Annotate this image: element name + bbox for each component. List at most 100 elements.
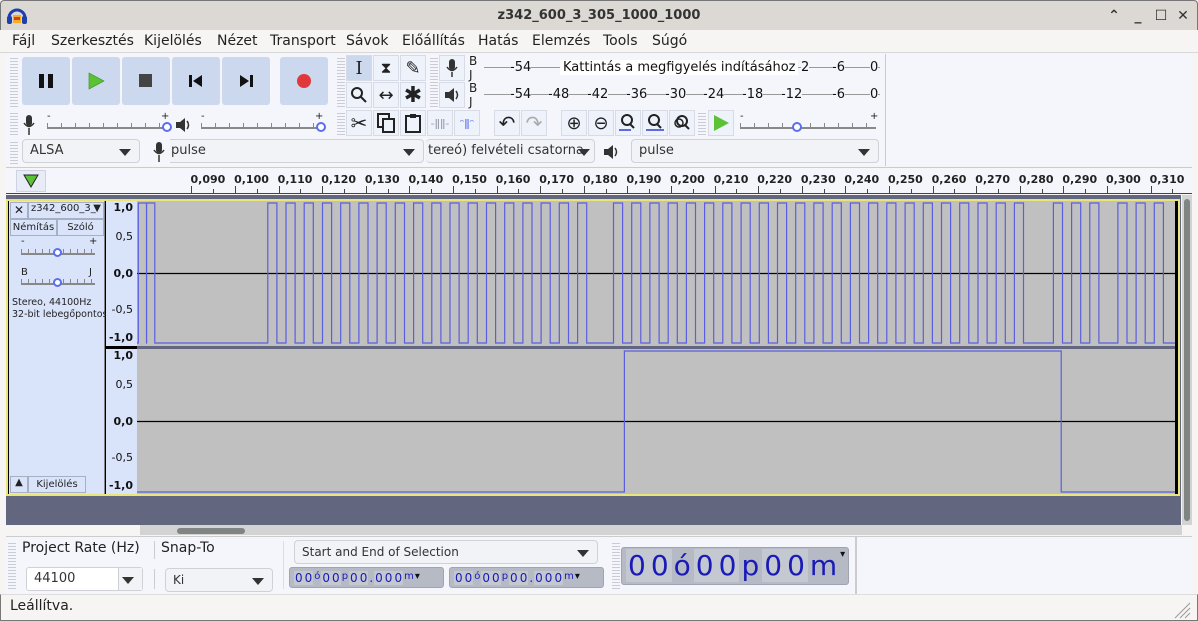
undo-button[interactable]: ↶ bbox=[494, 110, 520, 136]
edit-toolbar-grip[interactable] bbox=[337, 111, 345, 137]
menu-tracks[interactable]: Sávok bbox=[346, 33, 388, 49]
title-bar: z342_600_3_305_1000_1000 ⌃ _ ☐ ✕ bbox=[0, 0, 1198, 30]
copy-button[interactable] bbox=[373, 110, 399, 136]
selection-start-time[interactable]: 0 0 ó 0 0 p 0 0. 0 0 0 m ▾ bbox=[289, 567, 444, 588]
window-maximize-button[interactable]: ☐ bbox=[1152, 7, 1170, 25]
play-speed-thumb[interactable] bbox=[792, 122, 803, 132]
audio-position-time[interactable]: 0 0 ó 0 0 p 0 0 m ▾ bbox=[621, 547, 849, 585]
cut-button[interactable]: ✂ bbox=[346, 110, 372, 136]
ruler-tick-label: 0,270 bbox=[975, 173, 1010, 186]
redo-button[interactable]: ↷ bbox=[521, 110, 547, 136]
collapse-track-button[interactable]: ▲ bbox=[10, 476, 28, 493]
meter-tick-label: -24 bbox=[703, 87, 725, 102]
play-at-speed-button[interactable] bbox=[708, 110, 734, 136]
project-rate-select[interactable]: 44100 bbox=[26, 567, 143, 591]
mixer-toolbar-grip[interactable] bbox=[10, 111, 18, 137]
record-volume-slider[interactable] bbox=[47, 127, 167, 129]
play-button[interactable] bbox=[72, 57, 120, 105]
multi-tool[interactable]: ✱ bbox=[400, 82, 426, 108]
record-meter-button[interactable] bbox=[439, 55, 465, 81]
trim-audio-button[interactable]: -ǁǁ- bbox=[427, 110, 453, 136]
track-select-button[interactable]: Kijelölés bbox=[28, 476, 86, 493]
tools-toolbar-grip[interactable] bbox=[337, 56, 345, 108]
playback-volume-slider[interactable] bbox=[201, 127, 321, 129]
chevron-down-icon[interactable]: ▾ bbox=[575, 571, 580, 585]
chevron-down-icon[interactable]: ▾ bbox=[415, 571, 420, 585]
chevron-down-icon[interactable]: ▾ bbox=[840, 549, 846, 582]
speed-plus: + bbox=[870, 111, 879, 122]
status-text: Leállítva. bbox=[10, 598, 74, 614]
zoom-toggle-button[interactable] bbox=[669, 110, 695, 136]
draw-tool[interactable]: ✎ bbox=[400, 55, 426, 81]
window-close-button[interactable]: ✕ bbox=[1174, 7, 1192, 25]
track-close-button[interactable]: ✕ bbox=[10, 202, 28, 219]
zoom-tool[interactable] bbox=[346, 82, 372, 108]
playback-meter[interactable]: -54 -48 -42 -36 -30 -24 -18 -12 -6 0 bbox=[478, 82, 886, 108]
window-shade-button[interactable]: ⌃ bbox=[1105, 7, 1123, 25]
ruler-minor-tick bbox=[780, 189, 782, 193]
menu-edit[interactable]: Szerkesztés bbox=[51, 33, 134, 49]
waveform-display[interactable] bbox=[137, 201, 1175, 494]
playback-meter-button[interactable] bbox=[439, 82, 465, 108]
selection-mode-select[interactable]: Start and End of Selection bbox=[294, 540, 598, 564]
pan-thumb[interactable] bbox=[53, 278, 62, 287]
timeline-ruler[interactable]: 0,090 0,100 0,110 0,120 0,130 0,140 0,150 0,160… bbox=[6, 167, 1192, 194]
fit-selection-icon bbox=[619, 114, 635, 131]
menu-view[interactable]: Nézet bbox=[217, 33, 258, 49]
horizontal-scroll-thumb[interactable] bbox=[177, 528, 245, 534]
meter-toolbar-grip[interactable] bbox=[430, 56, 438, 108]
playback-device-select[interactable]: pulse bbox=[631, 139, 879, 163]
menu-analyze[interactable]: Elemzés bbox=[532, 33, 590, 49]
time-toolbar-grip[interactable] bbox=[612, 541, 620, 591]
play-speed-slider[interactable] bbox=[740, 127, 876, 129]
envelope-tool[interactable]: ⧗ bbox=[373, 55, 399, 81]
pencil-icon: ✎ bbox=[405, 57, 421, 79]
selection-end-time[interactable]: 0 0 ó 0 0 p 0 0. 0 0 0 m ▾ bbox=[449, 567, 604, 588]
ruler-tick bbox=[976, 186, 978, 193]
recording-channels-select[interactable]: tereó) felvételi csatorna bbox=[426, 139, 595, 163]
playback-volume-thumb[interactable] bbox=[316, 122, 326, 132]
record-icon bbox=[297, 74, 311, 88]
skip-to-start-button[interactable] bbox=[172, 57, 220, 105]
record-button[interactable] bbox=[280, 57, 328, 105]
stop-button[interactable] bbox=[122, 57, 170, 105]
window-minimize-button[interactable]: _ bbox=[1129, 7, 1147, 25]
trim-icon: -ǁǁ- bbox=[430, 116, 450, 130]
selection-toolbar-grip[interactable] bbox=[8, 541, 16, 591]
audio-host-select[interactable]: ALSA bbox=[22, 139, 140, 163]
zoom-in-button[interactable]: ⊕ bbox=[561, 110, 587, 136]
selection-tool[interactable]: I bbox=[346, 55, 372, 81]
menu-file[interactable]: Fájl bbox=[12, 33, 35, 49]
mute-button[interactable]: Némítás bbox=[10, 219, 57, 236]
transport-toolbar-grip[interactable] bbox=[10, 56, 18, 108]
menu-select[interactable]: Kijelölés bbox=[144, 33, 202, 49]
zoom-out-button[interactable]: ⊖ bbox=[588, 110, 614, 136]
play-at-speed-grip[interactable] bbox=[698, 111, 706, 137]
play-head-button[interactable] bbox=[16, 170, 46, 192]
menu-transport[interactable]: Transport bbox=[270, 33, 336, 49]
silence-audio-button[interactable]: ᵔǁᵔ bbox=[454, 110, 480, 136]
snap-to-select[interactable]: Ki bbox=[165, 568, 273, 592]
paste-button[interactable] bbox=[400, 110, 426, 136]
menu-generate[interactable]: Előállítás bbox=[402, 33, 465, 49]
time-shift-tool[interactable]: ↔ bbox=[373, 82, 399, 108]
gain-thumb[interactable] bbox=[53, 248, 62, 257]
ruler-minor-tick bbox=[1172, 189, 1174, 193]
record-meter[interactable]: -54 Kattintás a megfigyelés indításához … bbox=[478, 55, 886, 81]
skip-to-end-button[interactable] bbox=[222, 57, 270, 105]
resize-grip-icon[interactable] bbox=[1171, 599, 1191, 619]
record-volume-thumb[interactable] bbox=[162, 122, 172, 132]
fit-project-button[interactable] bbox=[642, 110, 668, 136]
menu-tools[interactable]: Tools bbox=[603, 33, 638, 49]
slider-ticks bbox=[201, 123, 321, 127]
track-menu-button[interactable]: z342_600_3_ ▼ bbox=[28, 202, 104, 219]
pause-button[interactable] bbox=[22, 57, 70, 105]
menu-effect[interactable]: Hatás bbox=[478, 33, 518, 49]
device-toolbar-grip[interactable] bbox=[10, 140, 18, 164]
horizontal-scrollbar[interactable] bbox=[140, 525, 1182, 535]
solo-button[interactable]: Szóló bbox=[57, 219, 104, 236]
recording-device-select[interactable]: pulse bbox=[170, 139, 424, 163]
vertical-scroll-thumb[interactable] bbox=[1184, 199, 1190, 521]
menu-help[interactable]: Súgó bbox=[652, 33, 687, 49]
fit-selection-button[interactable] bbox=[615, 110, 641, 136]
